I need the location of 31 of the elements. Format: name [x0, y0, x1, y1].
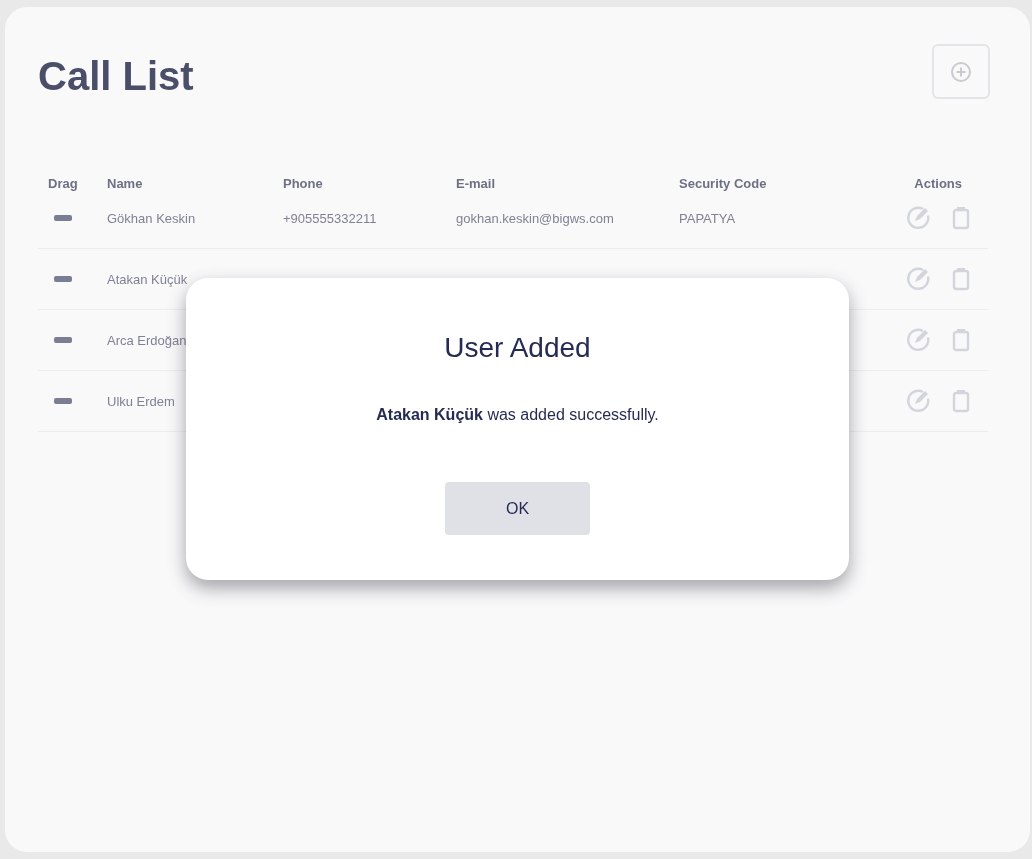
table-cell: +905555332211	[283, 210, 377, 226]
drag-handle-icon[interactable]	[54, 215, 72, 221]
dialog-title: User Added	[444, 332, 591, 364]
edit-icon[interactable]	[906, 327, 932, 353]
edit-icon[interactable]	[906, 388, 932, 414]
column-header: Name	[106, 175, 144, 191]
table-cell: Ulku Erdem	[107, 393, 175, 409]
table-cell: gokhan.keskin@bigws.com	[456, 210, 614, 226]
trash-icon[interactable]	[952, 267, 970, 291]
table-cell: PAPATYA	[679, 210, 736, 226]
column-header: Phone	[282, 175, 324, 191]
trash-icon[interactable]	[952, 389, 970, 413]
drag-handle-icon[interactable]	[54, 398, 72, 404]
column-header: Actions	[913, 175, 963, 191]
ok-button[interactable]: OK	[445, 482, 590, 535]
page-title: Call List	[38, 54, 194, 99]
table-cell: Arca Erdoğan	[107, 332, 187, 348]
column-header: Drag	[47, 175, 79, 191]
edit-icon[interactable]	[906, 266, 932, 292]
add-icon	[950, 60, 972, 83]
trash-icon[interactable]	[952, 328, 970, 352]
edit-icon[interactable]	[906, 205, 932, 231]
dialog-message: Atakan Küçük was added successfully.	[376, 406, 659, 424]
table-cell: Atakan Küçük	[107, 271, 188, 287]
drag-handle-icon[interactable]	[54, 276, 72, 282]
table-cell: Gökhan Keskin	[107, 210, 196, 226]
column-header: E-mail	[455, 175, 496, 191]
column-header: Security Code	[678, 175, 768, 191]
add-button[interactable]	[932, 44, 990, 99]
trash-icon[interactable]	[952, 206, 970, 230]
drag-handle-icon[interactable]	[54, 337, 72, 343]
